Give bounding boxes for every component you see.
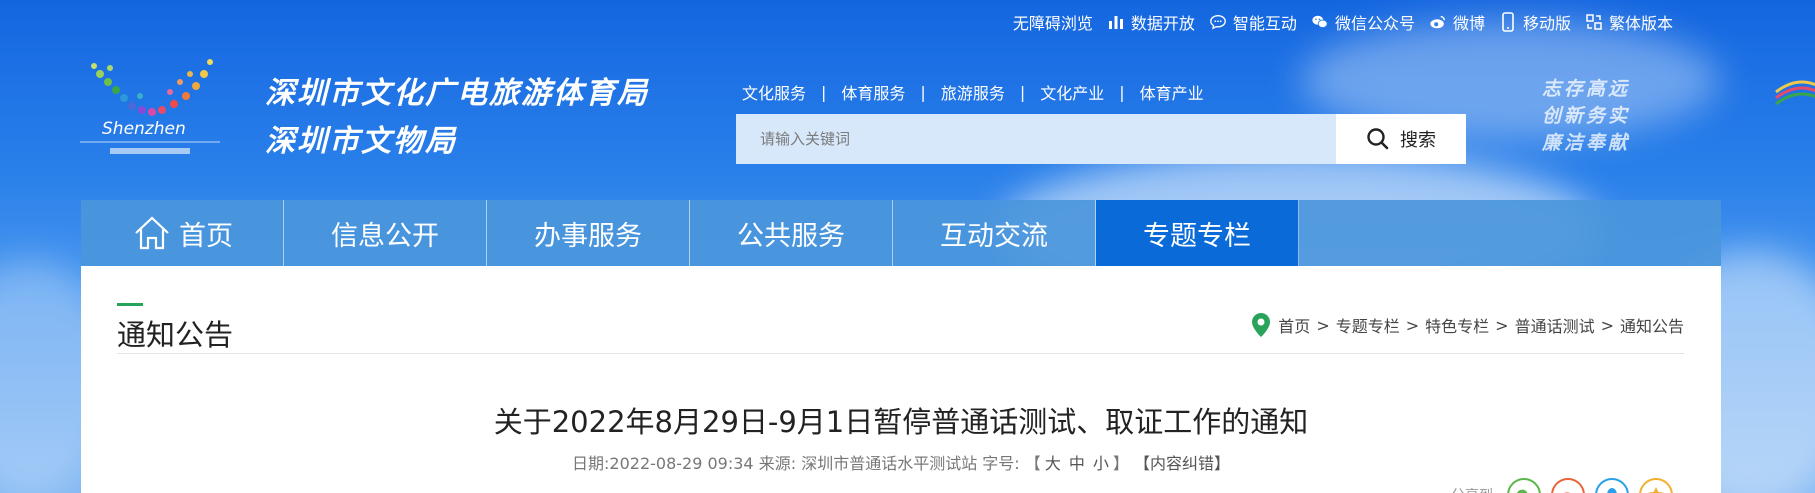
star-icon <box>1648 487 1664 493</box>
nav-special-topics-label: 专题专栏 <box>1143 220 1251 252</box>
search-button-label: 搜索 <box>1400 130 1436 151</box>
service-link-culture-industry[interactable]: 文化产业 <box>1040 80 1104 104</box>
nav-interaction[interactable]: 互动交流 <box>893 200 1096 266</box>
service-link-tourism[interactable]: 旅游服务 <box>941 80 1005 104</box>
mobile-version-label: 移动版 <box>1522 14 1571 33</box>
slogan-line: 创新务实 <box>1542 105 1631 127</box>
accessibility-label: 无障碍浏览 <box>1012 14 1093 33</box>
date-label: 日期: <box>572 454 610 473</box>
nav-info-disclosure-label: 信息公开 <box>331 220 439 252</box>
breadcrumb-separator: > <box>1405 315 1420 335</box>
location-pin-icon <box>1250 312 1272 338</box>
share-wechat-button[interactable] <box>1507 478 1541 493</box>
nav-public-services[interactable]: 公共服务 <box>690 200 893 266</box>
smart-interaction-label: 智能互动 <box>1232 14 1297 33</box>
nav-special-topics[interactable]: 专题专栏 <box>1096 200 1299 266</box>
search-icon <box>1367 128 1389 150</box>
breadcrumb-mandarin-test[interactable]: 普通话测试 <box>1515 313 1595 337</box>
weibo-icon <box>1430 15 1445 29</box>
separator: | <box>1019 82 1026 102</box>
font-size-medium[interactable]: 中 <box>1069 454 1085 473</box>
share-qq-button[interactable] <box>1595 478 1629 493</box>
separator: | <box>1119 82 1125 102</box>
font-size-label: 字号: <box>982 454 1020 473</box>
share-qzone-button[interactable] <box>1639 478 1673 493</box>
qq-icon <box>1607 488 1617 493</box>
nav-info-disclosure[interactable]: 信息公开 <box>284 200 487 266</box>
search-input[interactable] <box>736 114 1336 164</box>
slogan-line: 志存高远 <box>1542 78 1631 100</box>
nav-services[interactable]: 办事服务 <box>487 200 690 266</box>
service-link-sports-industry[interactable]: 体育产业 <box>1140 80 1204 104</box>
search-bar: 搜索 <box>736 114 1466 164</box>
service-link-culture[interactable]: 文化服务 <box>742 80 806 104</box>
nav-home-label: 首页 <box>179 220 233 252</box>
bar-chart-icon <box>1108 16 1123 29</box>
open-data-link[interactable]: 数据开放 <box>1107 10 1195 34</box>
service-link-sports[interactable]: 体育服务 <box>841 80 905 104</box>
decorative-emblem-icon <box>1775 80 1815 106</box>
font-size-small[interactable]: 小 <box>1093 454 1109 473</box>
bracket: 】 <box>1112 454 1129 473</box>
shenzhen-logo[interactable]: Shenzhen <box>80 52 250 182</box>
nav-home[interactable]: 首页 <box>81 200 284 266</box>
weibo-icon <box>1563 492 1571 493</box>
breadcrumb: 首页 > 专题专栏 > 特色专栏 > 普通话测试 > 通知公告 <box>1250 312 1684 338</box>
main-nav: 首页 信息公开 办事服务 公共服务 互动交流 专题专栏 <box>81 200 1721 266</box>
breadcrumb-special-topics[interactable]: 专题专栏 <box>1336 313 1400 337</box>
section-header: 通知公告 首页 > 专题专栏 > 特色专栏 > 普通话测试 > 通知公告 <box>117 303 1684 354</box>
breadcrumb-separator: > <box>1600 315 1614 335</box>
smart-interaction-link[interactable]: 智能互动 <box>1209 10 1297 34</box>
content-correction-link[interactable]: 【内容纠错】 <box>1134 454 1230 473</box>
traditional-chinese-link[interactable]: 繁体版本 <box>1585 10 1673 34</box>
org-name: 深圳市文化广电旅游体育局 深圳市文物局 <box>265 70 649 166</box>
breadcrumb-home[interactable]: 首页 <box>1278 313 1310 337</box>
nav-public-services-label: 公共服务 <box>737 220 845 252</box>
open-data-label: 数据开放 <box>1130 14 1195 33</box>
breadcrumb-featured[interactable]: 特色专栏 <box>1425 313 1489 337</box>
wechat-icon <box>1517 489 1528 493</box>
article-meta: 日期:2022-08-29 09:34 来源: 深圳市普通话水平测试站 字号: … <box>81 450 1721 474</box>
logo-text: Shenzhen <box>102 119 186 139</box>
slogan-line: 廉洁奉献 <box>1542 132 1631 154</box>
mobile-icon <box>1502 12 1514 32</box>
article-date: 2022-08-29 09:34 <box>609 454 754 473</box>
wechat-label: 微信公众号 <box>1334 14 1415 33</box>
search-button[interactable]: 搜索 <box>1336 114 1466 164</box>
org-name-line1: 深圳市文化广电旅游体育局 <box>265 76 649 111</box>
home-icon <box>135 216 169 250</box>
share-weibo-button[interactable] <box>1551 478 1585 493</box>
nav-services-label: 办事服务 <box>534 220 642 252</box>
weibo-label: 微博 <box>1452 14 1485 33</box>
breadcrumb-separator: > <box>1495 315 1509 335</box>
top-utility-bar: 无障碍浏览 数据开放 智能互动 微信公众号 微博 移动版 繁体版本 <box>1013 10 1673 34</box>
chat-bubble-icon <box>1210 15 1226 30</box>
breadcrumb-notices[interactable]: 通知公告 <box>1620 313 1684 337</box>
article-title: 关于2022年8月29日-9月1日暂停普通话测试、取证工作的通知 <box>493 405 1309 439</box>
bracket: 【 <box>1024 454 1041 473</box>
shenzhen-logo-icon: Shenzhen <box>80 59 220 154</box>
font-size-large[interactable]: 大 <box>1045 454 1061 473</box>
slogan: 志存高远 创新务实 廉洁奉献 <box>1542 76 1630 157</box>
article-source: 深圳市普通话水平测试站 <box>801 454 978 473</box>
nav-interaction-label: 互动交流 <box>940 220 1048 252</box>
mobile-version-link[interactable]: 移动版 <box>1499 10 1571 34</box>
weibo-link[interactable]: 微博 <box>1429 10 1485 34</box>
wechat-icon <box>1312 15 1328 29</box>
separator: | <box>821 82 827 102</box>
source-label: 来源: <box>758 454 797 473</box>
wechat-link[interactable]: 微信公众号 <box>1311 10 1415 34</box>
traditional-chinese-label: 繁体版本 <box>1608 14 1673 33</box>
breadcrumb-separator: > <box>1316 315 1330 335</box>
share-label: 分享到 <box>1451 485 1493 493</box>
content-panel: 通知公告 首页 > 专题专栏 > 特色专栏 > 普通话测试 > 通知公告 关于2… <box>81 266 1721 493</box>
section-title: 通知公告 <box>117 303 233 354</box>
traditional-chinese-icon <box>1586 14 1602 30</box>
service-nav: 文化服务 | 体育服务 | 旅游服务 | 文化产业 | 体育产业 <box>742 80 1204 104</box>
separator: | <box>920 82 926 102</box>
share-bar: 分享到 <box>1451 478 1673 493</box>
org-name-line2: 深圳市文物局 <box>265 124 457 159</box>
accessibility-link[interactable]: 无障碍浏览 <box>1013 10 1093 34</box>
